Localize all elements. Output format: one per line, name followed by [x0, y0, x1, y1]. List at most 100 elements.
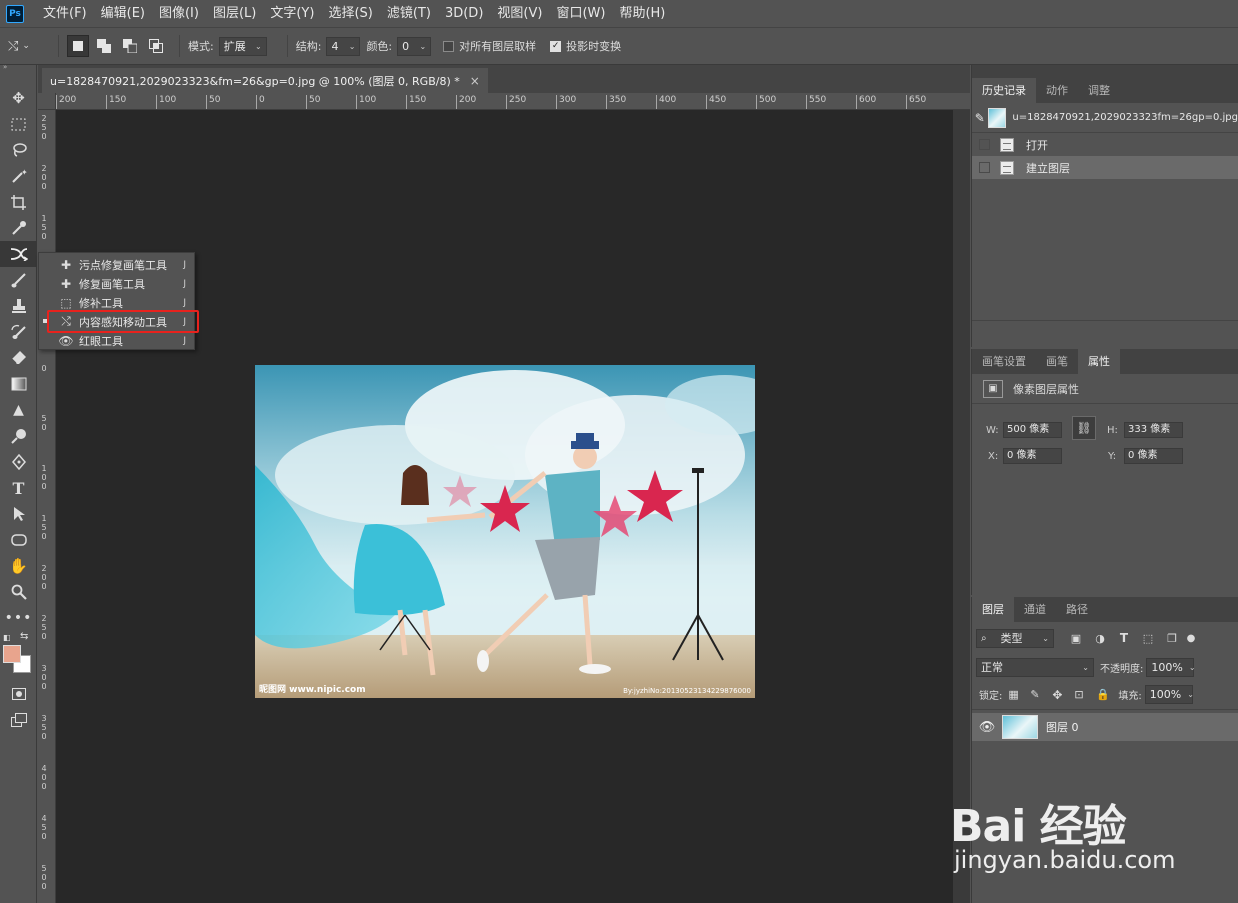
annotation-highlight-box	[47, 310, 199, 333]
tab-properties[interactable]: 属性	[1078, 349, 1120, 374]
menu-type[interactable]: 文字(Y)	[263, 0, 321, 27]
tab-brushes[interactable]: 画笔	[1036, 349, 1078, 374]
flyout-item-healing-brush[interactable]: ✚ 修复画笔工具 J	[39, 274, 194, 293]
lock-image-icon[interactable]: ✎	[1030, 688, 1052, 701]
dodge-tool[interactable]	[0, 423, 37, 449]
close-tab-icon[interactable]: ×	[470, 74, 480, 88]
menu-window[interactable]: 窗口(W)	[549, 0, 612, 27]
sample-all-layers-checkbox[interactable]	[443, 40, 455, 52]
brush-tool[interactable]	[0, 267, 37, 293]
tool-preset-picker[interactable]: ⤭ ⌄	[8, 33, 50, 59]
sample-all-layers-option[interactable]: 对所有图层取样	[443, 38, 536, 54]
intersect-selection-button[interactable]	[145, 35, 167, 57]
flyout-item-label: 红眼工具	[79, 334, 123, 348]
tab-channels[interactable]: 通道	[1014, 597, 1056, 622]
wedding-photo: 昵图网 www.nipic.com By:jyzhiNo:20130523134…	[255, 365, 755, 698]
filter-toggle-icon[interactable]: ●	[1184, 633, 1198, 644]
tab-paths[interactable]: 路径	[1056, 597, 1098, 622]
link-dimensions-icon[interactable]: ⛓	[1072, 416, 1096, 440]
foreground-color-swatch[interactable]	[3, 645, 21, 663]
healing-tool-group[interactable]	[0, 241, 37, 267]
filter-smart-object-icon[interactable]: ❐	[1160, 632, 1184, 645]
menu-file[interactable]: 文件(F)	[36, 0, 94, 27]
filter-kind-dropdown[interactable]: ⌕ 类型 ⌄	[976, 628, 1054, 648]
mode-dropdown[interactable]: 扩展 ⌄	[218, 36, 267, 56]
y-label: Y:	[1108, 451, 1117, 462]
marquee-tool[interactable]	[0, 111, 37, 137]
document-tab[interactable]: u=1828470921,2029023323&fm=26&gp=0.jpg @…	[42, 68, 488, 93]
lock-position-icon[interactable]: ✥	[1052, 688, 1074, 702]
menu-help[interactable]: 帮助(H)	[612, 0, 672, 27]
history-source-checkbox[interactable]	[979, 139, 990, 150]
menu-select[interactable]: 选择(S)	[321, 0, 379, 27]
filter-shape-icon[interactable]: ⬚	[1136, 632, 1160, 645]
lock-artboard-icon[interactable]: ⊡	[1074, 688, 1096, 701]
screen-mode-button[interactable]	[0, 707, 37, 733]
history-brush-source-icon[interactable]: ✎	[972, 111, 988, 125]
canvas-area[interactable]: 昵图网 www.nipic.com By:jyzhiNo:20130523134…	[56, 110, 953, 903]
lasso-tool[interactable]	[0, 137, 37, 163]
default-colors-icon[interactable]: ◧	[3, 633, 11, 642]
zoom-tool[interactable]	[0, 579, 37, 605]
move-tool[interactable]: ✥	[0, 85, 37, 111]
blend-mode-dropdown[interactable]: 正常 ⌄	[976, 657, 1094, 677]
history-step-open[interactable]: 打开	[972, 133, 1238, 156]
eyedropper-icon	[11, 221, 26, 235]
path-selection-tool[interactable]	[0, 501, 37, 527]
visibility-eye-icon[interactable]: 👁	[972, 720, 1002, 735]
transform-on-drop-option[interactable]: ✓ 投影时变换	[550, 38, 621, 54]
height-field[interactable]: 333 像素	[1124, 422, 1183, 438]
filter-pixel-icon[interactable]: ▣	[1064, 632, 1088, 645]
menu-view[interactable]: 视图(V)	[490, 0, 549, 27]
tab-layers[interactable]: 图层	[972, 597, 1014, 622]
tab-actions[interactable]: 动作	[1036, 78, 1078, 103]
new-selection-button[interactable]	[67, 35, 89, 57]
pen-tool[interactable]	[0, 449, 37, 475]
chevron-down-icon: ⌄	[1082, 662, 1089, 672]
width-field[interactable]: 500 像素	[1003, 422, 1062, 438]
quick-mask-button[interactable]	[0, 681, 37, 707]
swap-colors-icon[interactable]: ⇆	[20, 631, 28, 642]
crop-tool[interactable]	[0, 189, 37, 215]
x-field[interactable]: 0 像素	[1003, 448, 1062, 464]
flyout-item-spot-healing[interactable]: ✚ 污点修复画笔工具 J	[39, 255, 194, 274]
eraser-tool[interactable]	[0, 345, 37, 371]
flyout-item-red-eye[interactable]: 👁 红眼工具 J	[39, 331, 194, 350]
lock-all-icon[interactable]: 🔒	[1096, 688, 1118, 701]
subtract-selection-button[interactable]	[119, 35, 141, 57]
tab-history[interactable]: 历史记录	[972, 78, 1036, 103]
ruler-origin[interactable]	[38, 93, 56, 110]
edit-toolbar-button[interactable]: •••	[0, 605, 37, 631]
filter-adjustment-icon[interactable]: ◑	[1088, 632, 1112, 645]
menu-edit[interactable]: 编辑(E)	[94, 0, 152, 27]
tab-brush-settings[interactable]: 画笔设置	[972, 349, 1036, 374]
chevron-down-icon: ⌄	[348, 41, 356, 51]
fill-field[interactable]: 100% ⌄	[1144, 685, 1194, 704]
y-field[interactable]: 0 像素	[1124, 448, 1183, 464]
history-source-checkbox[interactable]	[979, 162, 990, 173]
type-tool[interactable]: T	[0, 475, 37, 501]
color-dropdown[interactable]: 0 ⌄	[397, 36, 432, 56]
layer-row[interactable]: 👁 图层 0	[972, 713, 1238, 741]
magic-wand-tool[interactable]: ✦	[0, 163, 37, 189]
blur-tool[interactable]: ▲	[0, 397, 37, 423]
gradient-tool[interactable]	[0, 371, 37, 397]
clone-stamp-tool[interactable]	[0, 293, 37, 319]
history-step-new-layer[interactable]: 建立图层	[972, 156, 1238, 179]
add-selection-button[interactable]	[93, 35, 115, 57]
eyedropper-tool[interactable]	[0, 215, 37, 241]
opacity-field[interactable]: 100% ⌄	[1146, 657, 1196, 677]
filter-type-icon[interactable]: T	[1112, 631, 1136, 645]
tab-adjustments[interactable]: 调整	[1078, 78, 1120, 103]
transform-on-drop-checkbox[interactable]: ✓	[550, 40, 562, 52]
menu-filter[interactable]: 滤镜(T)	[380, 0, 438, 27]
hand-tool[interactable]: ✋	[0, 553, 37, 579]
menu-3d[interactable]: 3D(D)	[438, 0, 490, 27]
structure-dropdown[interactable]: 4 ⌄	[326, 36, 361, 56]
menu-layer[interactable]: 图层(L)	[206, 0, 263, 27]
history-brush-tool[interactable]	[0, 319, 37, 345]
history-snapshot[interactable]: ✎ u=1828470921,2029023323fm=26gp=0.jpg	[972, 103, 1238, 133]
lock-transparent-icon[interactable]: ▦	[1008, 688, 1030, 701]
menu-image[interactable]: 图像(I)	[152, 0, 206, 27]
shape-tool[interactable]	[0, 527, 37, 553]
